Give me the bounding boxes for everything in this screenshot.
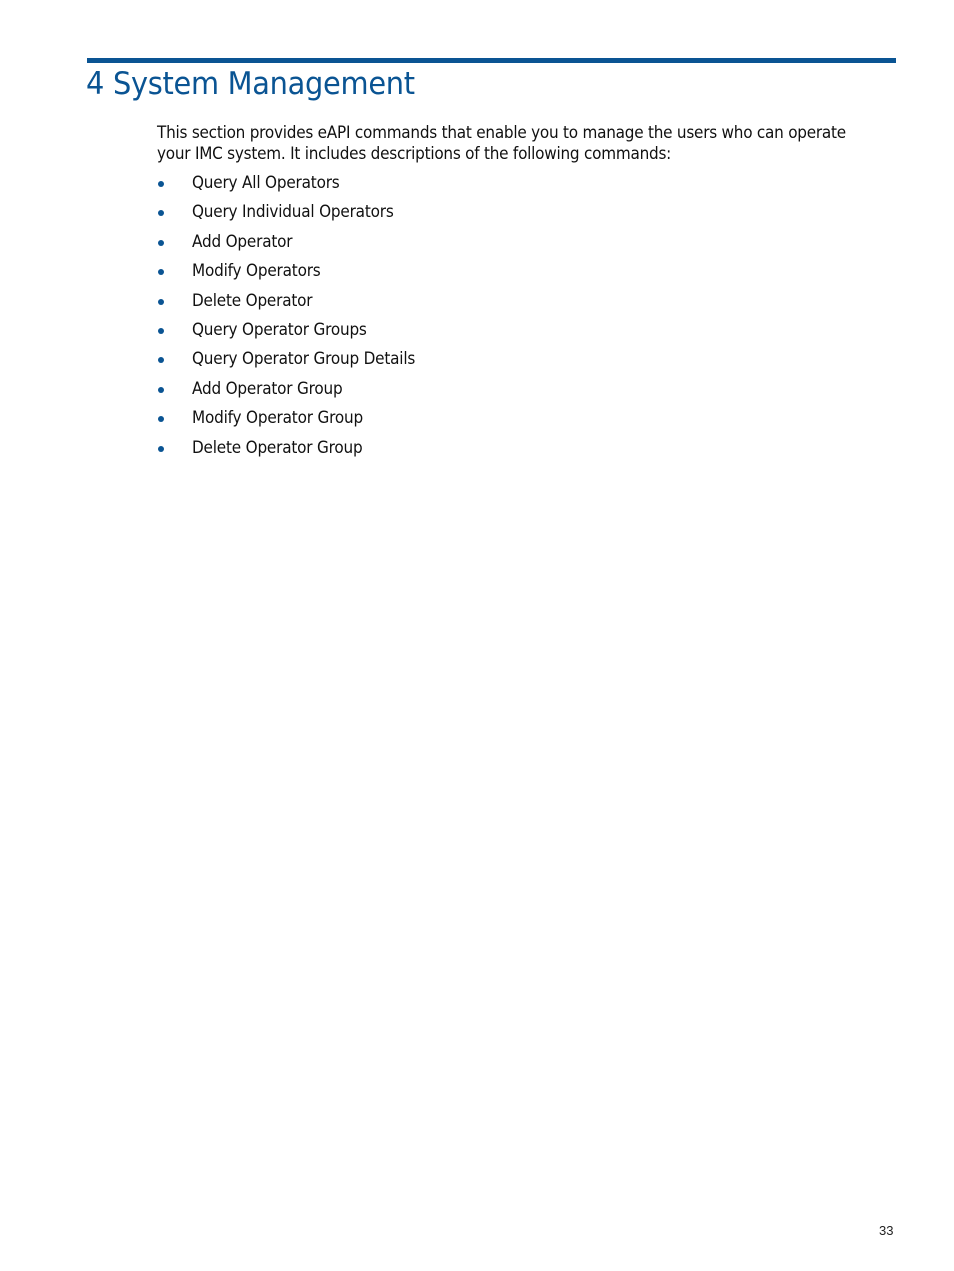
bullet-icon [158, 386, 164, 393]
bullet-icon [158, 269, 164, 276]
bullet-icon [158, 210, 164, 217]
chapter-title: 4 System Management [86, 66, 415, 102]
bullet-icon [158, 239, 164, 246]
command-label: Query All Operators [192, 173, 340, 192]
bullet-icon [158, 327, 164, 334]
chapter-rule [87, 58, 896, 63]
command-label: Modify Operator Group [192, 408, 363, 428]
intro-paragraph: This section provides eAPI commands that… [157, 123, 846, 163]
command-label: Delete Operator Group [192, 437, 363, 457]
command-label: Query Individual Operators [192, 202, 394, 222]
command-label: Modify Operators [192, 261, 321, 281]
bullet-icon [158, 416, 164, 423]
bullet-icon [158, 181, 164, 187]
command-label: Delete Operator [192, 290, 313, 310]
bullet-icon [158, 445, 164, 452]
command-label: Add Operator [192, 231, 293, 251]
page-number: 33 [879, 1223, 894, 1238]
bullet-icon [158, 357, 164, 364]
command-label: Query Operator Group Details [192, 349, 416, 369]
command-label: Query Operator Groups [192, 319, 367, 339]
command-label: Add Operator Group [192, 378, 343, 398]
bullet-icon [158, 298, 164, 305]
